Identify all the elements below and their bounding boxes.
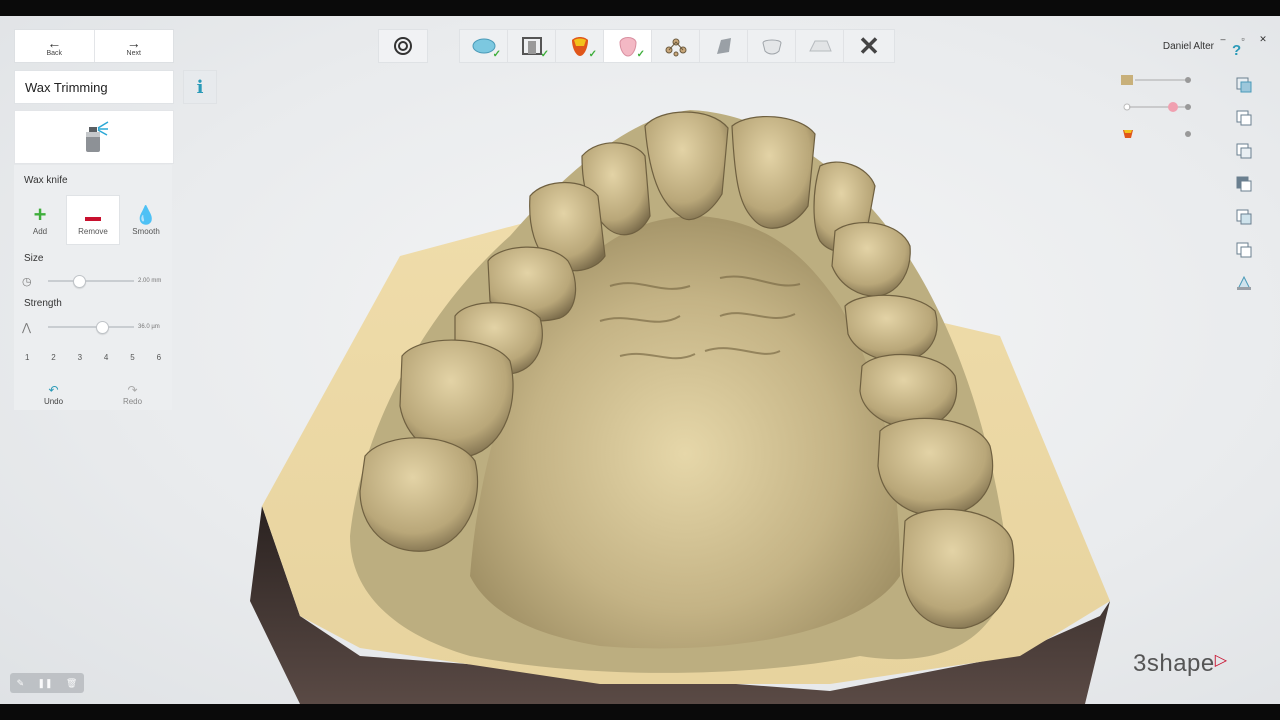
size-slider-row: ◷ 2.00 mm [22, 274, 170, 288]
strength-slider-knob[interactable] [96, 321, 109, 334]
view-back-icon[interactable] [1235, 109, 1253, 127]
strength-icon: ⋀ [22, 321, 32, 334]
preset-1[interactable]: 1 [25, 353, 29, 362]
arrow-left-icon: ← [47, 34, 62, 51]
close-icon: ✕ [858, 30, 880, 61]
back-button[interactable]: ← Back [15, 30, 94, 62]
check-icon: ✓ [588, 49, 597, 60]
bottom-black-bar [0, 704, 1280, 720]
preset-5[interactable]: 5 [130, 353, 134, 362]
preset-buttons: 1 2 3 4 5 6 [14, 353, 172, 362]
preset-3[interactable]: 3 [78, 353, 82, 362]
mode-selector: + Add Remove 💧 Smooth [14, 195, 172, 245]
dental-model-3d[interactable] [0, 16, 1280, 704]
window-controls: – ▫ ✕ [1218, 34, 1268, 45]
size-icon: ◷ [22, 275, 32, 288]
base-plate-icon [808, 40, 832, 52]
camera-shutter-icon [394, 37, 412, 55]
visibility-slider-die[interactable] [1121, 127, 1193, 139]
model-setup-step-button[interactable]: ✓ [507, 30, 555, 62]
view-3d-icon[interactable] [1235, 274, 1253, 292]
viewport-3d[interactable]: – ▫ ✕ ← Back → Next Wax Trimming i Wax k… [0, 16, 1280, 704]
workflow-toolbar: ✓ ✓ ✓ ✓ ✕ [459, 29, 895, 63]
minus-icon [85, 205, 101, 227]
drop-icon: 💧 [134, 204, 158, 225]
user-name: Daniel Alter [1162, 41, 1214, 52]
view-left-icon[interactable] [1235, 142, 1253, 160]
strength-label: Strength [24, 298, 62, 309]
strength-value: 36.0 µm [138, 324, 160, 330]
view-right-icon[interactable] [1235, 175, 1253, 193]
die-visibility-slider [1123, 130, 1191, 138]
view-top-icon[interactable] [1235, 208, 1253, 226]
arrow-right-icon: → [126, 34, 141, 51]
pause-icon[interactable]: ❚❚ [37, 678, 52, 689]
page-title: Wax Trimming [25, 79, 108, 95]
model-visibility-slider [1121, 75, 1191, 85]
connectors-step-button[interactable] [651, 30, 699, 62]
check-icon: ✓ [540, 49, 549, 60]
close-window-icon[interactable]: ✕ [1258, 34, 1268, 45]
trash-icon[interactable]: 🗑 [66, 678, 77, 689]
preset-2[interactable]: 2 [51, 353, 55, 362]
preset-4[interactable]: 4 [104, 353, 108, 362]
snapshot-button[interactable] [378, 29, 428, 63]
connectors-icon [665, 38, 686, 57]
redo-icon: ↷ [127, 382, 138, 397]
redo-button[interactable]: ↷ Redo [93, 377, 172, 411]
size-label: Size [24, 253, 44, 264]
die-cut-step-button[interactable] [699, 30, 747, 62]
help-icon[interactable]: ? [1232, 42, 1241, 59]
cut-block-icon [716, 38, 731, 54]
die-step-button[interactable]: ✓ [555, 30, 603, 62]
view-bottom-icon[interactable] [1235, 241, 1253, 259]
remove-mode-button[interactable]: Remove [66, 195, 120, 245]
hollow-step-button[interactable] [747, 30, 795, 62]
preset-6[interactable]: 6 [157, 353, 161, 362]
visibility-slider-model[interactable] [1121, 73, 1193, 85]
check-icon: ✓ [492, 49, 501, 60]
base-step-button[interactable] [795, 30, 843, 62]
scan-step-button[interactable]: ✓ [460, 30, 507, 62]
tool-name: Wax knife [24, 175, 68, 186]
wax-knife-tool-image [14, 110, 174, 164]
strength-slider-row: ⋀ 36.0 µm [22, 320, 170, 334]
close-workflow-button[interactable]: ✕ [843, 30, 894, 62]
check-icon: ✓ [636, 49, 645, 60]
recorder-controls: ✎ ❚❚ 🗑 [10, 673, 84, 693]
wax-visibility-slider [1123, 102, 1191, 112]
undo-icon: ↶ [48, 382, 59, 397]
plus-icon: + [33, 201, 47, 227]
edit-icon[interactable]: ✎ [17, 678, 25, 689]
size-value: 2.00 mm [138, 278, 162, 284]
add-mode-button[interactable]: + Add [14, 195, 66, 245]
view-front-icon[interactable] [1235, 76, 1253, 94]
undo-redo-bar: ↶ Undo ↷ Redo [14, 377, 172, 411]
top-black-bar [0, 0, 1280, 16]
strength-slider[interactable] [48, 321, 134, 334]
wax-trimming-step-button[interactable]: ✓ [603, 30, 651, 62]
info-button[interactable]: i [183, 70, 217, 104]
size-slider[interactable] [48, 275, 134, 288]
visibility-slider-wax[interactable] [1121, 100, 1193, 112]
brand-logo: 3shape▷ [1133, 650, 1228, 677]
size-slider-knob[interactable] [73, 275, 86, 288]
step-title-box: Wax Trimming [14, 70, 174, 104]
tool-settings-panel: Wax knife + Add Remove 💧 Smooth Size ◷ 2… [14, 165, 172, 410]
hollow-icon [761, 39, 782, 55]
smooth-mode-button[interactable]: 💧 Smooth [120, 195, 172, 245]
spray-can-icon [86, 121, 109, 152]
next-button[interactable]: → Next [93, 30, 174, 62]
info-icon: i [196, 76, 204, 98]
undo-button[interactable]: ↶ Undo [14, 377, 93, 411]
nav-buttons: ← Back → Next [14, 29, 174, 63]
minimize-icon[interactable]: – [1218, 34, 1228, 45]
logo-triangle-icon: ▷ [1214, 652, 1228, 669]
